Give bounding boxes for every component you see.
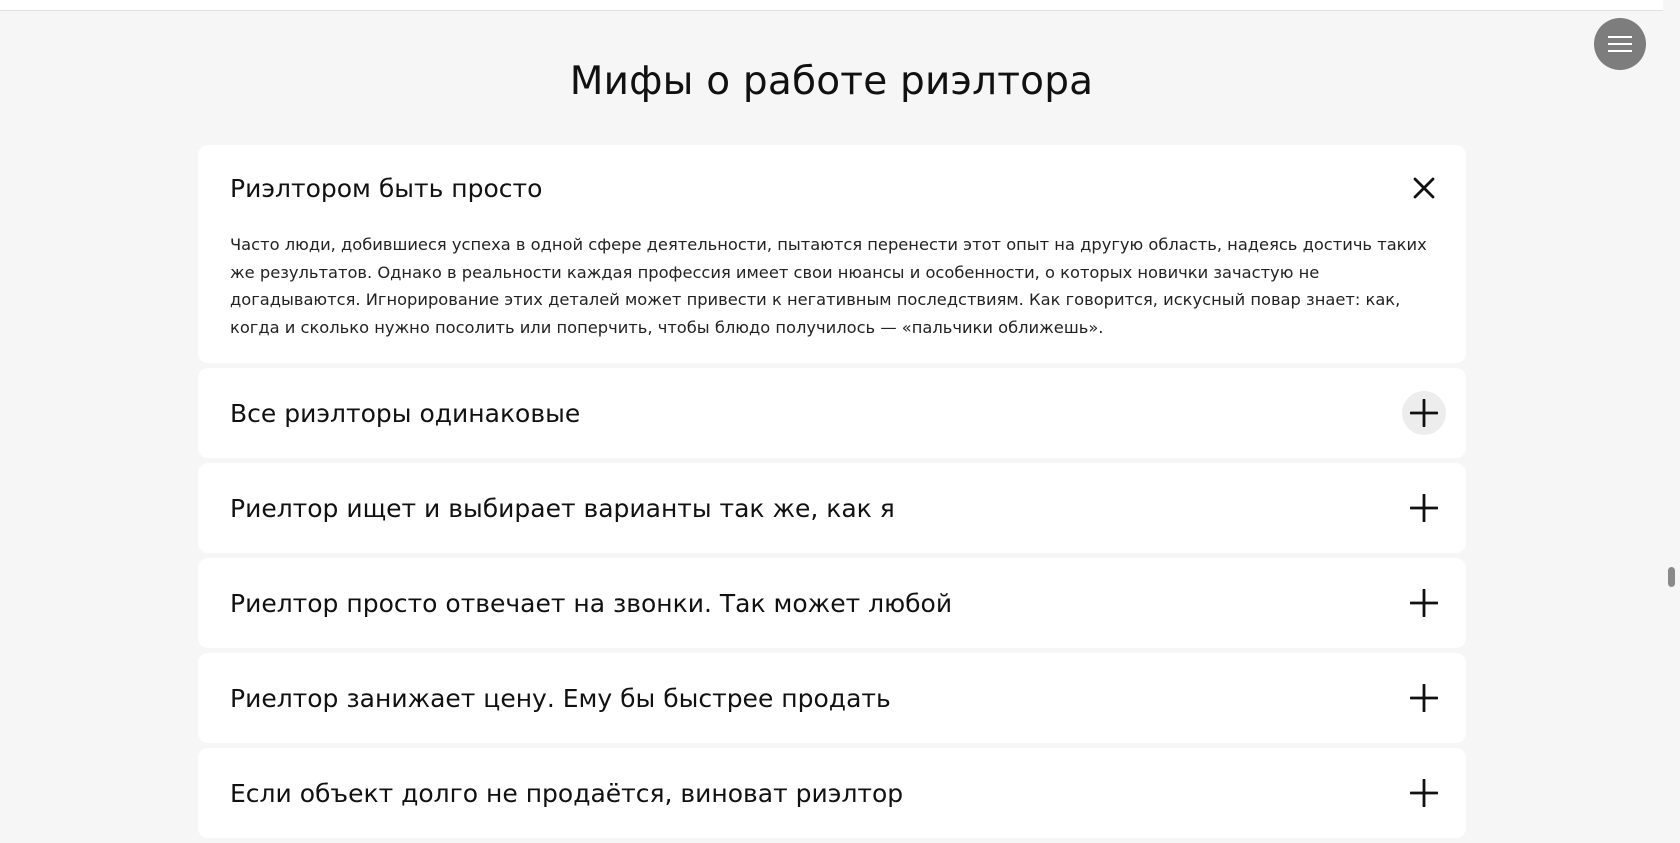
plus-icon — [1410, 779, 1438, 807]
accordion-header[interactable]: Риелтор ищет и выбирает варианты так же,… — [198, 463, 1466, 553]
accordion-header[interactable]: Риэлтором быть просто — [198, 145, 1466, 231]
accordion-item-content: Часто люди, добившиеся успеха в одной сф… — [230, 235, 1427, 337]
accordion-header[interactable]: Риелтор просто отвечает на звонки. Так м… — [198, 558, 1466, 648]
accordion-item: Риелтор просто отвечает на звонки. Так м… — [198, 558, 1466, 648]
accordion-item: Риелтор ищет и выбирает варианты так же,… — [198, 463, 1466, 553]
accordion-item-title: Риелтор ищет и выбирает варианты так же,… — [230, 493, 895, 523]
plus-icon — [1410, 589, 1438, 617]
plus-icon — [1410, 494, 1438, 522]
hamburger-icon — [1608, 36, 1632, 52]
accordion-item: Все риэлторы одинаковые — [198, 368, 1466, 458]
scrollbar-track[interactable] — [1663, 0, 1680, 806]
expand-button[interactable] — [1402, 391, 1446, 435]
menu-button[interactable] — [1594, 18, 1646, 70]
accordion-item-title: Если объект долго не продаётся, виноват … — [230, 778, 904, 808]
close-icon — [1413, 177, 1435, 199]
collapse-button[interactable] — [1402, 166, 1446, 210]
expand-button[interactable] — [1402, 676, 1446, 720]
accordion-item-title: Риэлтором быть просто — [230, 173, 543, 203]
scrollbar-thumb[interactable] — [1668, 567, 1675, 587]
expand-button[interactable] — [1402, 486, 1446, 530]
plus-icon — [1410, 684, 1438, 712]
accordion-header[interactable]: Все риэлторы одинаковые — [198, 368, 1466, 458]
accordion-item: Если объект долго не продаётся, виноват … — [198, 748, 1466, 838]
accordion-header[interactable]: Риелтор занижает цену. Ему бы быстрее пр… — [198, 653, 1466, 743]
accordion-item: Риелтор занижает цену. Ему бы быстрее пр… — [198, 653, 1466, 743]
accordion-item: Риэлтором быть просто Часто люди, добивш… — [198, 145, 1466, 363]
myths-accordion: Риэлтором быть просто Часто люди, добивш… — [198, 145, 1466, 843]
page-title: Мифы о работе риэлтора — [569, 59, 1094, 104]
accordion-item-title: Риелтор просто отвечает на звонки. Так м… — [230, 588, 953, 618]
plus-icon — [1410, 399, 1438, 427]
top-bar — [0, 0, 1680, 11]
accordion-header[interactable]: Если объект долго не продаётся, виноват … — [198, 748, 1466, 838]
expand-button[interactable] — [1402, 581, 1446, 625]
accordion-item-title: Риелтор занижает цену. Ему бы быстрее пр… — [230, 683, 891, 713]
expand-button[interactable] — [1402, 771, 1446, 815]
accordion-item-title: Все риэлторы одинаковые — [230, 398, 581, 428]
